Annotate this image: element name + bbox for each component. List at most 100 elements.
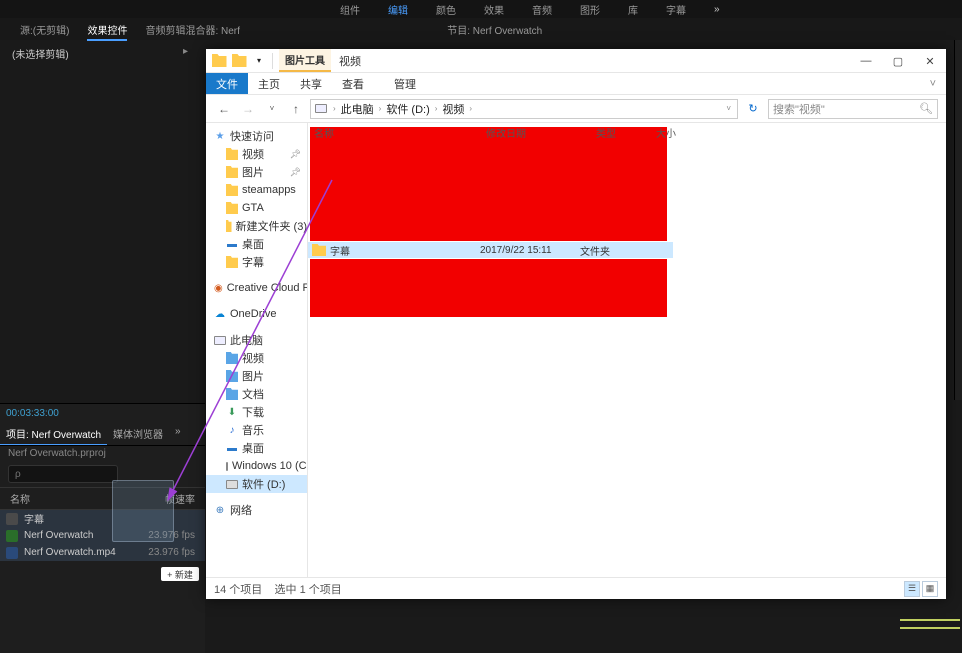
- ribbon-expand-icon[interactable]: ˅: [920, 73, 946, 94]
- close-button[interactable]: ✕: [914, 49, 946, 73]
- network[interactable]: ⊕网络: [206, 501, 307, 519]
- tab-effect-controls[interactable]: 效果控件: [87, 22, 127, 37]
- folder-icon: [226, 256, 238, 268]
- recent-dropdown[interactable]: ˅: [262, 99, 282, 119]
- crumb[interactable]: 软件 (D:): [383, 101, 432, 117]
- nav-item[interactable]: 新建文件夹 (3): [206, 217, 307, 235]
- nav-item[interactable]: 字幕: [206, 253, 307, 271]
- folder-icon: [6, 513, 18, 525]
- folder-icon: [210, 52, 228, 70]
- nav-label: 新建文件夹 (3): [236, 218, 308, 234]
- quick-access[interactable]: ★快速访问: [206, 127, 307, 145]
- cloud-icon: ☁: [214, 308, 226, 320]
- timecode[interactable]: 00:03:33:00: [0, 404, 205, 423]
- sequence-row[interactable]: Nerf Overwatch 23.976 fps: [0, 527, 205, 544]
- ws-item[interactable]: 效果: [484, 2, 504, 17]
- folder-icon[interactable]: [230, 52, 248, 70]
- nav-item[interactable]: 图片: [206, 367, 307, 385]
- cc-icon: ◉: [214, 282, 223, 294]
- nav-item-selected[interactable]: 软件 (D:): [206, 475, 307, 493]
- tab-more[interactable]: »: [169, 423, 187, 445]
- ws-item[interactable]: 字幕: [666, 2, 686, 17]
- address-bar-row: ← → ˅ ↑ › 此电脑 › 软件 (D:) › 视频 › ˅ ↻ 搜索"视频…: [206, 95, 946, 123]
- nav-pane[interactable]: ★快速访问 视频📌︎ 图片📌︎ steamapps GTA 新建文件夹 (3) …: [206, 123, 308, 577]
- address-dropdown[interactable]: ˅: [724, 104, 733, 113]
- back-button[interactable]: ←: [214, 99, 234, 119]
- project-search-input[interactable]: [8, 465, 118, 483]
- ribbon-home[interactable]: 主页: [248, 73, 290, 94]
- new-item-button[interactable]: + 新建: [161, 567, 199, 581]
- nav-item[interactable]: Windows 10 (C:): [206, 457, 307, 475]
- tab-program[interactable]: 节目: Nerf Overwatch: [447, 22, 542, 37]
- maximize-button[interactable]: ▢: [882, 49, 914, 73]
- forward-button[interactable]: →: [238, 99, 258, 119]
- view-switcher: ☰ ▦: [904, 581, 938, 597]
- ribbon-share[interactable]: 共享: [290, 73, 332, 94]
- panel-arrow-icon[interactable]: ▸: [183, 46, 188, 61]
- nav-item[interactable]: 文档: [206, 385, 307, 403]
- file-explorer-window: ▾ 图片工具 视频 — ▢ ✕ 文件 主页 共享 查看 管理 ˅ ← → ˅ ↑…: [206, 49, 946, 599]
- nav-item[interactable]: 图片📌︎: [206, 163, 307, 181]
- clip-row[interactable]: Nerf Overwatch.mp4 23.976 fps: [0, 544, 205, 561]
- pin-icon: 📌︎: [290, 167, 301, 178]
- network-icon: ⊕: [214, 504, 226, 516]
- up-button[interactable]: ↑: [286, 99, 306, 119]
- window-title: 视频: [331, 49, 850, 72]
- ws-more[interactable]: »: [714, 4, 720, 15]
- nav-item[interactable]: 视频: [206, 349, 307, 367]
- row-label: Nerf Overwatch.mp4: [24, 547, 148, 558]
- nav-item[interactable]: GTA: [206, 199, 307, 217]
- explorer-body: ★快速访问 视频📌︎ 图片📌︎ steamapps GTA 新建文件夹 (3) …: [206, 123, 946, 577]
- tab-media-browser[interactable]: 媒体浏览器: [107, 423, 169, 445]
- search-icon: 🔍︎: [919, 102, 933, 115]
- creative-cloud[interactable]: ◉Creative Cloud Files: [206, 279, 307, 297]
- icons-view-button[interactable]: ▦: [922, 581, 938, 597]
- ribbon-manage[interactable]: 管理: [384, 73, 426, 94]
- refresh-button[interactable]: ↻: [742, 102, 764, 115]
- col-date[interactable]: 修改日期: [480, 125, 590, 140]
- nav-item[interactable]: ⬇下载: [206, 403, 307, 421]
- workspace-switcher: 组件 编辑 颜色 效果 音频 图形 库 字幕 »: [0, 0, 962, 18]
- nav-item[interactable]: ▬桌面: [206, 235, 307, 253]
- col-type[interactable]: 类型: [590, 125, 650, 140]
- selected-file-row[interactable]: 字幕 2017/9/22 15:11 文件夹: [308, 242, 673, 258]
- nav-item[interactable]: ♪音乐: [206, 421, 307, 439]
- tab-audio-mixer[interactable]: 音频剪辑混合器: Nerf: [145, 22, 239, 37]
- col-name[interactable]: 名称: [308, 125, 480, 140]
- nav-label: 图片: [242, 368, 264, 384]
- ribbon-file[interactable]: 文件: [206, 73, 248, 94]
- ws-item[interactable]: 颜色: [436, 2, 456, 17]
- minimize-button[interactable]: —: [850, 49, 882, 73]
- bin-row[interactable]: 字幕: [0, 510, 205, 527]
- this-pc[interactable]: 此电脑: [206, 331, 307, 349]
- ws-item[interactable]: 编辑: [388, 2, 408, 17]
- file-list[interactable]: 名称 修改日期 类型 大小 字幕 2017/9/22 15:11 文件夹: [308, 123, 946, 577]
- nav-label: Windows 10 (C:): [232, 460, 308, 472]
- crumb[interactable]: 视频: [439, 101, 467, 117]
- ws-item[interactable]: 图形: [580, 2, 600, 17]
- tab-project[interactable]: 项目: Nerf Overwatch: [0, 423, 107, 445]
- folder-icon: [226, 166, 238, 178]
- contextual-tab[interactable]: 图片工具: [279, 49, 331, 72]
- crumb[interactable]: 此电脑: [338, 101, 377, 117]
- col-size[interactable]: 大小: [650, 125, 676, 140]
- col-name[interactable]: 名称: [10, 491, 30, 506]
- onedrive[interactable]: ☁OneDrive: [206, 305, 307, 323]
- nav-item[interactable]: 视频📌︎: [206, 145, 307, 163]
- qat-dropdown[interactable]: ▾: [250, 52, 268, 70]
- tab-source[interactable]: 源:(无剪辑): [20, 22, 69, 37]
- column-headers: 名称 修改日期 类型 大小: [308, 123, 946, 141]
- nav-item[interactable]: steamapps: [206, 181, 307, 199]
- ribbon-view[interactable]: 查看: [332, 73, 374, 94]
- details-view-button[interactable]: ☰: [904, 581, 920, 597]
- search-input[interactable]: 搜索"视频" 🔍︎: [768, 99, 938, 119]
- nav-label: 视频: [242, 146, 264, 162]
- nav-label: GTA: [242, 202, 264, 214]
- star-icon: ★: [214, 130, 226, 142]
- ws-item[interactable]: 库: [628, 2, 638, 17]
- nav-item[interactable]: ▬桌面: [206, 439, 307, 457]
- drag-ghost: [112, 480, 174, 542]
- ws-item[interactable]: 组件: [340, 2, 360, 17]
- breadcrumb[interactable]: › 此电脑 › 软件 (D:) › 视频 › ˅: [310, 99, 738, 119]
- ws-item[interactable]: 音频: [532, 2, 552, 17]
